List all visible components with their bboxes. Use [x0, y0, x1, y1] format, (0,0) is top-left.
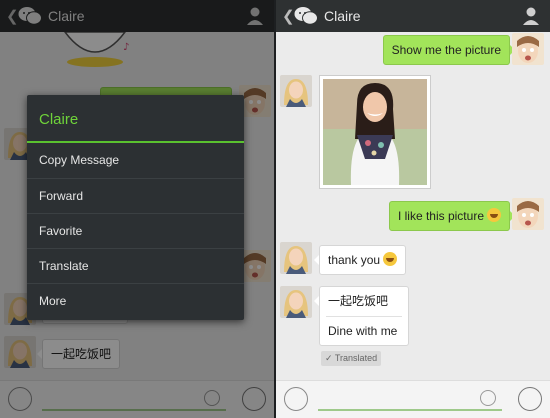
received-bubble[interactable]: thank you [313, 245, 407, 275]
menu-item-more[interactable]: More [27, 283, 244, 318]
my-avatar[interactable] [512, 198, 544, 230]
sent-bubble[interactable]: Show me the picture [382, 35, 516, 65]
menu-item-forward[interactable]: Forward [27, 178, 244, 213]
message-text: thank you [328, 253, 381, 267]
menu-item-favorite[interactable]: Favorite [27, 213, 244, 248]
plus-icon[interactable] [518, 387, 542, 411]
left-chat-screen: ❮ Claire ♪ 一起吃饭吧 Claire Copy Message For… [0, 0, 274, 418]
contact-name-title: Claire [324, 8, 361, 24]
translation-divider [326, 316, 402, 317]
sent-bubble[interactable]: I like this picture [388, 201, 516, 231]
grin-emoji-icon [487, 208, 501, 222]
smiley-icon[interactable] [480, 390, 496, 406]
title-bar: ❮ Claire [276, 0, 550, 32]
grin-emoji-icon [383, 252, 398, 266]
my-avatar[interactable] [512, 33, 544, 65]
translated-badge-label: Translated [334, 353, 378, 363]
menu-item-copy-message[interactable]: Copy Message [27, 143, 244, 178]
photo-image [323, 79, 427, 185]
back-chevron-icon[interactable]: ❮ [282, 7, 295, 25]
context-menu-title: Claire [39, 111, 79, 128]
message-text: Show me the picture [391, 43, 501, 57]
check-icon: ✓ [325, 353, 333, 363]
contact-avatar[interactable] [280, 75, 312, 107]
translated-text: Dine with me [328, 324, 398, 338]
input-bar [276, 380, 550, 418]
photo-message[interactable] [319, 75, 431, 189]
contact-avatar[interactable] [280, 242, 312, 274]
voice-icon[interactable] [284, 387, 308, 411]
person-icon[interactable] [522, 6, 540, 26]
context-menu: Claire Copy Message Forward Favorite Tra… [27, 95, 244, 320]
message-input[interactable] [318, 409, 502, 411]
chat-bubbles-icon [294, 7, 318, 25]
translated-badge: ✓ Translated [321, 351, 381, 366]
right-chat-screen: ❮ Claire Show me the picture I like this… [276, 0, 550, 418]
message-text: I like this picture [397, 209, 484, 223]
original-text: 一起吃饭吧 [328, 294, 389, 308]
menu-item-translate[interactable]: Translate [27, 248, 244, 283]
translated-message-bubble[interactable]: 一起吃饭吧 Dine with me [314, 286, 409, 346]
contact-avatar[interactable] [280, 286, 312, 318]
